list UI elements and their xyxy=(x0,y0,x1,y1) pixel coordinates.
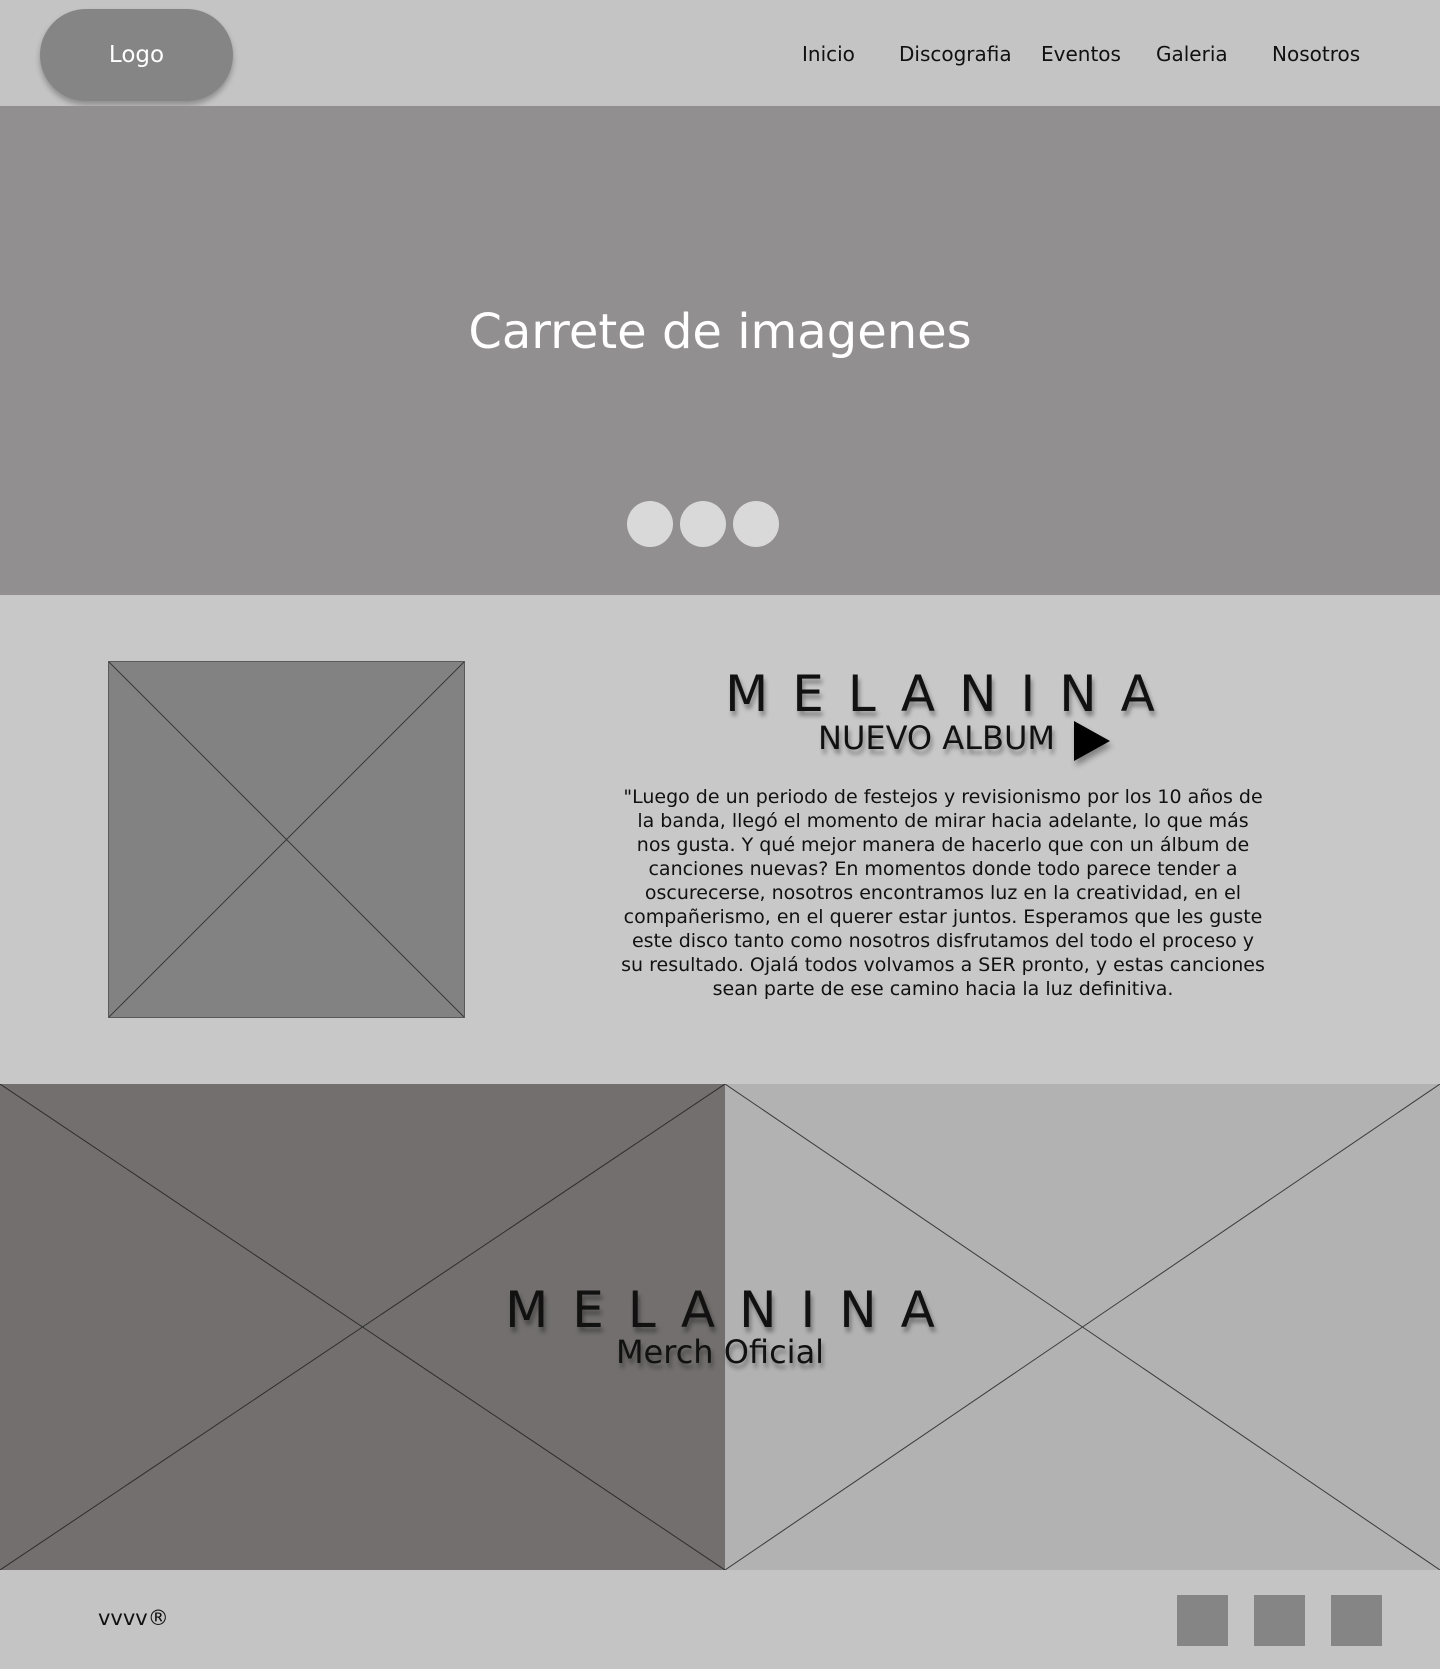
carousel-dot-2[interactable] xyxy=(680,501,726,547)
social-icon-3[interactable] xyxy=(1331,1595,1382,1646)
site-footer: vvvv® xyxy=(0,1570,1440,1669)
play-icon[interactable] xyxy=(1072,719,1112,763)
social-icon-1[interactable] xyxy=(1177,1595,1228,1646)
social-icon-2[interactable] xyxy=(1254,1595,1305,1646)
image-carousel[interactable]: Carrete de imagenes xyxy=(0,106,1440,595)
new-album-section: MELANINA NUEVO ALBUM "Luego de un period… xyxy=(0,595,1440,1084)
carousel-dot-1[interactable] xyxy=(627,501,673,547)
album-description: "Luego de un periodo de festejos y revis… xyxy=(621,786,1265,1000)
new-album-label: NUEVO ALBUM xyxy=(818,719,1055,757)
nav-item-nosotros[interactable]: Nosotros xyxy=(1272,42,1360,66)
nav-item-galeria[interactable]: Galeria xyxy=(1156,42,1228,66)
merch-subtitle[interactable]: Merch Oficial xyxy=(0,1333,1440,1371)
nav-item-eventos[interactable]: Eventos xyxy=(1041,42,1121,66)
carousel-dot-3[interactable] xyxy=(733,501,779,547)
copyright-text: vvvv® xyxy=(98,1606,169,1630)
site-header: Logo Inicio Discografia Eventos Galeria … xyxy=(0,0,1440,106)
merch-band-name: MELANINA xyxy=(505,1281,959,1339)
nav-item-inicio[interactable]: Inicio xyxy=(802,42,855,66)
carousel-title: Carrete de imagenes xyxy=(468,304,972,360)
album-cover-image-placeholder xyxy=(108,661,465,1018)
nav-item-discografia[interactable]: Discografia xyxy=(899,42,1012,66)
logo[interactable]: Logo xyxy=(40,9,233,101)
album-band-name: MELANINA xyxy=(725,665,1179,723)
merch-section: MELANINA Merch Oficial xyxy=(0,1084,1440,1570)
